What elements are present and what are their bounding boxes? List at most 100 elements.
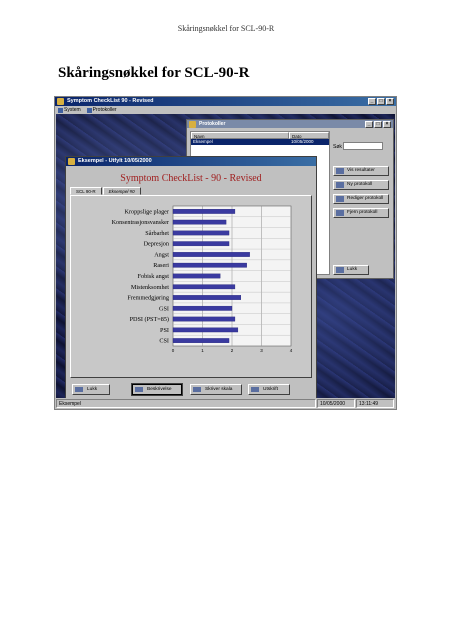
table-row[interactable]: Eksempel 10/05/2000 (191, 139, 329, 145)
menu-system[interactable]: System (58, 106, 81, 114)
result-window-icon (68, 158, 75, 165)
button-label: Ny protokoll (347, 182, 373, 187)
category-label: PSI (160, 327, 169, 334)
row-date: 10/05/2000 (291, 139, 314, 144)
bar (172, 241, 230, 247)
bar-chart: 0 1 2 3 4 Kroppslige plager Konsentrasjonsvans… (112, 205, 293, 353)
edit-icon (336, 196, 344, 202)
category-label: Konsentrasjonsvansker (112, 219, 169, 226)
bar (172, 295, 241, 300)
bar (172, 305, 233, 311)
edit-protocol-button[interactable]: Rediger protokoll (333, 194, 389, 204)
category-label: Angst (154, 251, 169, 258)
printer-icon (251, 387, 259, 392)
minimize-icon[interactable]: _ (365, 121, 373, 128)
category-label: Sårbarhet (145, 230, 169, 237)
button-label: Utskrift (263, 387, 278, 392)
print-scale-button[interactable]: Skriver skala (190, 384, 242, 395)
bar (172, 230, 230, 236)
close-icon[interactable]: × (383, 121, 391, 128)
column-header-name[interactable]: Navn (191, 132, 289, 139)
page-title: Skåringsnøkkel for SCL-90-R (58, 65, 250, 81)
system-icon (58, 107, 63, 113)
maximize-icon[interactable]: □ (374, 121, 382, 128)
bar (172, 209, 236, 214)
show-results-button[interactable]: Vis resultater (333, 166, 389, 176)
category-label: Kroppslige plager (124, 208, 169, 215)
table-header: Navn Dato (191, 132, 329, 139)
category-label: Depresjon (144, 241, 169, 248)
close-icon[interactable]: × (386, 98, 394, 105)
status-protocol: Eksempel (56, 399, 316, 408)
door-icon (75, 387, 83, 392)
category-label: Fobisk angst (138, 273, 170, 280)
button-label: Beskrivelse (147, 387, 172, 392)
printer-icon (193, 387, 201, 392)
category-label: Raseri (153, 262, 169, 269)
new-protocol-button[interactable]: Ny protokoll (333, 180, 389, 190)
app-title: Symptom CheckList 90 - Revised (67, 98, 154, 104)
result-window: Eksempel - Utfylt 10/05/2000 Symptom Che… (65, 156, 317, 398)
button-label: Fjern protokoll (347, 210, 378, 215)
description-icon (135, 387, 143, 392)
description-button[interactable]: Beskrivelse (131, 383, 183, 396)
tab-scl90r[interactable]: SCL 90-R (70, 187, 102, 195)
button-label: Rediger protokoll (347, 196, 384, 201)
desktop-area: Protokoller _ □ × Navn Dato Eksempel 10/… (56, 114, 395, 398)
button-label: Lukk (347, 267, 358, 272)
category-label: PDSI (PST=85) (130, 316, 169, 323)
maximize-icon[interactable]: □ (377, 98, 385, 105)
category-label: Fremmedgjøring (127, 295, 169, 302)
protocol-window-title: Protokoller (199, 121, 226, 127)
bar (172, 252, 250, 257)
page-header: Skåringsnøkkel for SCL-90-R (177, 24, 275, 33)
column-header-date[interactable]: Dato (289, 132, 329, 139)
category-label: GSI (159, 305, 169, 312)
bar (172, 338, 230, 343)
button-label: Lukk (87, 387, 98, 392)
print-button[interactable]: Utskrift (248, 384, 290, 395)
statusbar: Eksempel 10/05/2000 13:11:49 (56, 399, 395, 408)
bar (172, 327, 239, 333)
tab-eksempel[interactable]: Eksempel #0 (102, 187, 141, 195)
button-label: Skriver skala (205, 387, 233, 392)
remove-protocol-button[interactable]: Fjern protokoll (333, 208, 389, 218)
app-icon (57, 98, 64, 105)
bar (172, 273, 221, 279)
results-icon (336, 168, 344, 174)
x-tick-label: 3 (260, 348, 263, 353)
app-window: Symptom CheckList 90 - Revised _ □ × Sys… (54, 96, 397, 410)
protocol-close-button[interactable]: Lukk (333, 265, 369, 275)
protocol-icon (86, 107, 92, 113)
menubar: System Protokoller (55, 106, 396, 114)
x-tick-label: 2 (231, 348, 234, 353)
chart-panel: 0 1 2 3 4 Kroppslige plager Konsentrasjonsvans… (70, 195, 312, 378)
close-button[interactable]: Lukk (72, 384, 110, 395)
status-time: 13:11:49 (356, 399, 394, 408)
bar (172, 284, 236, 290)
door-icon (336, 267, 344, 273)
row-name: Eksempel (193, 139, 213, 144)
x-tick-label: 4 (290, 348, 293, 353)
result-heading: Symptom CheckList - 90 - Revised (120, 173, 262, 184)
category-label: CSI (159, 338, 169, 345)
app-titlebar[interactable]: Symptom CheckList 90 - Revised _ □ × (55, 97, 396, 106)
category-label: Mistenksomhet (131, 284, 169, 291)
button-row: Lukk Beskrivelse Skriver skala Utskrift (70, 383, 312, 396)
button-label: Vis resultater (347, 168, 375, 173)
bar (172, 316, 236, 322)
bar (172, 262, 247, 268)
tab-strip: SCL 90-R Eksempel #0 (70, 187, 142, 195)
new-icon (336, 182, 344, 188)
remove-icon (336, 210, 344, 216)
search-group: Søk (333, 142, 383, 150)
search-input[interactable] (343, 142, 383, 150)
result-titlebar[interactable]: Eksempel - Utfylt 10/05/2000 (66, 157, 316, 166)
bar (172, 219, 227, 225)
x-tick-label: 0 (172, 348, 175, 353)
protocol-titlebar[interactable]: Protokoller _ □ × (187, 120, 393, 128)
menu-protokoller[interactable]: Protokoller (86, 106, 117, 114)
status-date: 10/05/2000 (317, 399, 355, 408)
minimize-icon[interactable]: _ (368, 98, 376, 105)
search-label: Søk (333, 144, 342, 150)
